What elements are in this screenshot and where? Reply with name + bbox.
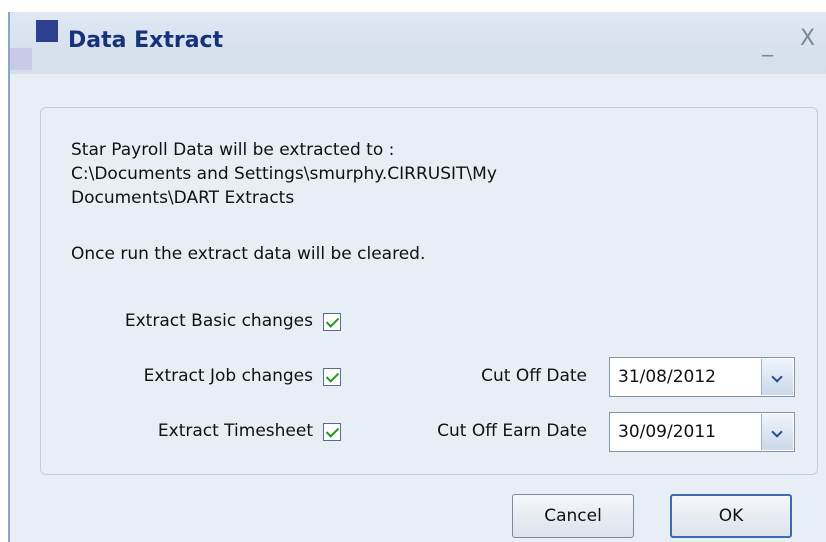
extract-basic-label: Extract Basic changes: [124, 311, 313, 331]
clear-note: Once run the extract data will be cleare…: [71, 244, 426, 264]
cancel-button[interactable]: Cancel: [512, 494, 634, 538]
message-line-2: C:\Documents and Settings\smurphy.CIRRUS…: [71, 164, 497, 184]
message-line-1: Star Payroll Data will be extracted to :: [71, 140, 395, 160]
chevron-down-icon[interactable]: [761, 359, 793, 395]
close-icon[interactable]: X: [800, 26, 815, 51]
title-bar[interactable]: Data Extract _ X: [10, 12, 826, 74]
cut-off-earn-date-label: Cut Off Earn Date: [437, 421, 587, 441]
cut-off-date-picker[interactable]: 31/08/2012: [609, 357, 795, 397]
window-title: Data Extract: [68, 28, 224, 53]
cut-off-earn-date-picker[interactable]: 30/09/2011: [609, 412, 795, 452]
cut-off-earn-date-value[interactable]: 30/09/2011: [618, 422, 716, 442]
cut-off-date-value[interactable]: 31/08/2012: [618, 367, 716, 387]
app-logo-icon: [10, 20, 66, 70]
extract-timesheet-checkbox[interactable]: [323, 423, 341, 441]
extract-job-label: Extract Job changes: [143, 366, 313, 386]
chevron-down-icon[interactable]: [761, 414, 793, 450]
cut-off-date-label: Cut Off Date: [481, 366, 587, 386]
data-extract-dialog: Data Extract _ X Star Payroll Data will …: [8, 12, 826, 542]
message-line-3: Documents\DART Extracts: [71, 188, 295, 208]
extract-basic-checkbox[interactable]: [323, 313, 341, 331]
content-panel: Star Payroll Data will be extracted to :…: [40, 107, 818, 475]
extract-job-checkbox[interactable]: [323, 368, 341, 386]
ok-button[interactable]: OK: [670, 494, 792, 538]
minimize-icon[interactable]: _: [762, 32, 773, 57]
extract-timesheet-label: Extract Timesheet: [157, 421, 313, 441]
